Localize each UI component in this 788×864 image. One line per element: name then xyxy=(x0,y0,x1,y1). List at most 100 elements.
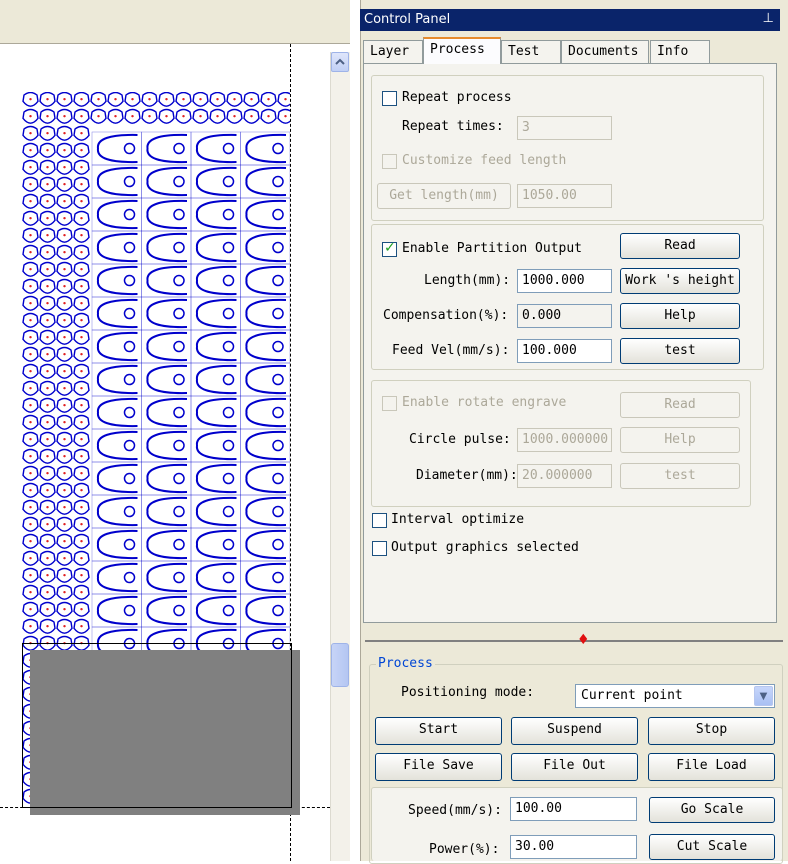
rotate-test-button[interactable]: test xyxy=(620,463,740,489)
tab-test[interactable]: Test xyxy=(501,40,561,63)
shield-dot xyxy=(46,420,49,424)
diameter-label: Diameter(mm): xyxy=(416,468,518,483)
length-input[interactable]: 1000.000 xyxy=(517,269,612,293)
shield-dot xyxy=(46,284,49,288)
shield-dot xyxy=(182,97,185,101)
scroll-thumb[interactable] xyxy=(331,643,349,687)
hook-hole xyxy=(173,340,185,353)
hook-hole xyxy=(123,274,136,287)
shield-dot xyxy=(80,590,83,594)
shield-dot xyxy=(63,216,66,220)
hook-part xyxy=(195,265,237,296)
file-out-button[interactable]: File Out xyxy=(511,753,638,781)
hook-hole xyxy=(123,571,136,584)
shield-dot xyxy=(29,148,32,152)
go-scale-button[interactable]: Go Scale xyxy=(649,797,775,823)
hook-hole xyxy=(173,505,185,518)
hook-part xyxy=(96,496,138,527)
shield-dot xyxy=(80,182,83,186)
partition-help-button[interactable]: Help xyxy=(620,303,740,329)
shield-dot xyxy=(80,216,83,220)
shield-dot xyxy=(46,148,49,152)
selection-box[interactable] xyxy=(22,643,292,808)
rotate-help-button[interactable]: Help xyxy=(620,427,740,453)
get-length-button[interactable]: Get length(mm) xyxy=(377,183,511,209)
shield-dot xyxy=(63,590,66,594)
tab-documents[interactable]: Documents xyxy=(561,40,649,63)
hook-hole xyxy=(123,142,136,155)
hook-part xyxy=(245,463,287,494)
splitter-handle-icon[interactable]: ♦ xyxy=(577,632,590,648)
scroll-up-button[interactable] xyxy=(331,52,349,72)
shield-dot xyxy=(29,471,32,475)
hook-part xyxy=(195,529,237,560)
repeat-process-checkbox[interactable] xyxy=(382,91,397,106)
hook-hole xyxy=(272,505,284,518)
hook-hole xyxy=(173,142,185,155)
speed-label: Speed(mm/s): xyxy=(408,803,502,818)
rotate-read-button[interactable]: Read xyxy=(620,392,740,418)
partition-read-button[interactable]: Read xyxy=(620,233,740,259)
shield-dot xyxy=(63,267,66,271)
customize-feed-checkbox[interactable] xyxy=(382,154,397,169)
interval-optimize-checkbox[interactable] xyxy=(372,513,387,528)
shield-dot xyxy=(63,199,66,203)
shield-dot xyxy=(29,216,32,220)
hook-part xyxy=(146,562,188,593)
enable-rotate-checkbox[interactable] xyxy=(382,396,397,411)
shield-dot xyxy=(80,573,83,577)
shield-dot xyxy=(63,284,66,288)
hook-hole xyxy=(173,208,185,221)
positioning-mode-select[interactable]: Current point ▼ xyxy=(575,684,775,708)
hook-hole xyxy=(272,241,284,254)
shield-dot xyxy=(29,556,32,560)
tab-info[interactable]: Info xyxy=(650,40,710,63)
shield-dot xyxy=(284,114,287,118)
shield-dot xyxy=(80,454,83,458)
shield-dot xyxy=(114,97,117,101)
shield-dot xyxy=(46,522,49,526)
canvas-vertical-scrollbar[interactable] xyxy=(330,52,350,861)
file-save-button[interactable]: File Save xyxy=(375,753,502,781)
hook-hole xyxy=(173,175,185,188)
tab-layer[interactable]: Layer xyxy=(363,40,423,63)
shield-dot xyxy=(80,318,83,322)
shield-dot xyxy=(63,233,66,237)
partition-test-button[interactable]: test xyxy=(620,338,740,364)
hook-part xyxy=(96,529,138,560)
customize-feed-label: Customize feed length xyxy=(402,153,567,168)
control-panel-titlebar: Control Panel ⊥ xyxy=(360,9,780,31)
work-height-button[interactable]: Work 's height xyxy=(620,268,740,294)
get-length-value[interactable]: 1050.00 xyxy=(517,184,612,208)
shield-dot xyxy=(114,114,117,118)
shield-part xyxy=(277,92,290,107)
suspend-button[interactable]: Suspend xyxy=(511,717,638,745)
shield-dot xyxy=(80,522,83,526)
power-input[interactable]: 30.00 xyxy=(510,835,637,859)
chevron-down-icon[interactable]: ▼ xyxy=(754,686,773,706)
shield-dot xyxy=(29,590,32,594)
stop-button[interactable]: Stop xyxy=(648,717,775,745)
shield-dot xyxy=(46,471,49,475)
hook-hole xyxy=(272,538,284,551)
panel-splitter[interactable] xyxy=(365,640,783,642)
shield-dot xyxy=(46,454,49,458)
circle-pulse-input[interactable]: 1000.000000 xyxy=(517,428,612,452)
enable-partition-checkbox[interactable] xyxy=(382,240,397,257)
repeat-times-input[interactable]: 3 xyxy=(517,116,612,140)
shield-dot xyxy=(80,335,83,339)
speed-input[interactable]: 100.00 xyxy=(510,797,637,821)
shield-dot xyxy=(29,182,32,186)
tab-process[interactable]: Process xyxy=(423,37,501,64)
file-load-button[interactable]: File Load xyxy=(648,753,775,781)
output-selected-checkbox[interactable] xyxy=(372,541,387,556)
cut-scale-button[interactable]: Cut Scale xyxy=(649,834,775,860)
feed-vel-input[interactable]: 100.000 xyxy=(517,339,612,363)
diameter-input[interactable]: 20.000000 xyxy=(517,464,612,488)
start-button[interactable]: Start xyxy=(375,717,502,745)
shield-dot xyxy=(165,97,168,101)
compensation-input[interactable]: 0.000 xyxy=(517,304,612,328)
shield-dot xyxy=(46,386,49,390)
hook-hole xyxy=(123,208,136,221)
pin-icon[interactable]: ⊥ xyxy=(763,11,774,26)
